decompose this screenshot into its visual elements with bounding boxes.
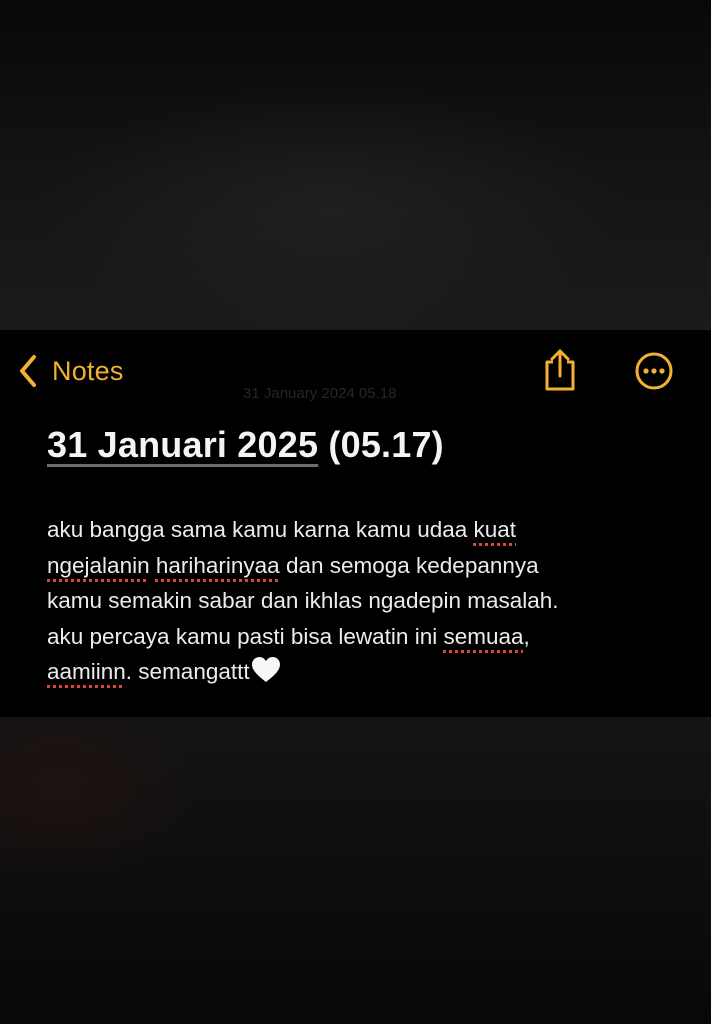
title-date-link[interactable]: 31 Januari 2025 — [47, 424, 318, 465]
background-blur-top — [0, 0, 711, 330]
note-body[interactable]: aku bangga sama kamu karna kamu udaa kua… — [47, 512, 687, 695]
note-date-faded: 31 January 2024 05.18 — [243, 385, 397, 402]
misspelled-word[interactable]: ngejalanin — [47, 553, 150, 578]
body-line-5: aamiinn. semangattt — [47, 654, 687, 695]
ellipsis-circle-icon — [634, 352, 674, 395]
body-line-1: aku bangga sama kamu karna kamu udaa kua… — [47, 512, 687, 548]
body-text: , — [523, 623, 530, 649]
misspelled-word[interactable]: semuaa — [443, 624, 523, 649]
back-to-notes-button[interactable]: Notes — [18, 351, 124, 391]
body-line-2: ngejalanin hariharinyaa dan semoga kedep… — [47, 548, 687, 584]
misspelled-word[interactable]: hariharinyaa — [156, 553, 280, 578]
body-text: aku bangga sama kamu karna kamu udaa — [47, 517, 474, 542]
body-text: . semangattt — [125, 659, 250, 684]
background-blur-bottom — [0, 717, 711, 1024]
chevron-left-icon — [18, 353, 38, 389]
body-text: kamu semakin sabar dan ikhlas ngadepin m… — [47, 588, 559, 613]
body-text: dan semoga kedepannya — [279, 552, 539, 578]
share-icon — [540, 349, 580, 397]
more-options-button[interactable] — [634, 351, 674, 391]
misspelled-word[interactable]: aamiinn — [47, 659, 126, 684]
back-button-label: Notes — [52, 355, 124, 386]
note-title[interactable]: 31 Januari 2025 (05.17) — [47, 424, 444, 466]
white-heart-icon — [251, 656, 281, 695]
body-line-3: kamu semakin sabar dan ikhlas ngadepin m… — [47, 583, 687, 619]
body-text: aku percaya kamu pasti bisa lewatin ini — [47, 623, 444, 649]
notes-screenshot: Notes 31 January 2024 05.18 31 Januari 2… — [0, 0, 711, 1024]
share-button[interactable] — [540, 347, 580, 393]
title-time: (05.17) — [318, 424, 444, 465]
body-line-4: aku percaya kamu pasti bisa lewatin ini … — [47, 619, 687, 655]
misspelled-word[interactable]: kuat — [474, 517, 517, 542]
